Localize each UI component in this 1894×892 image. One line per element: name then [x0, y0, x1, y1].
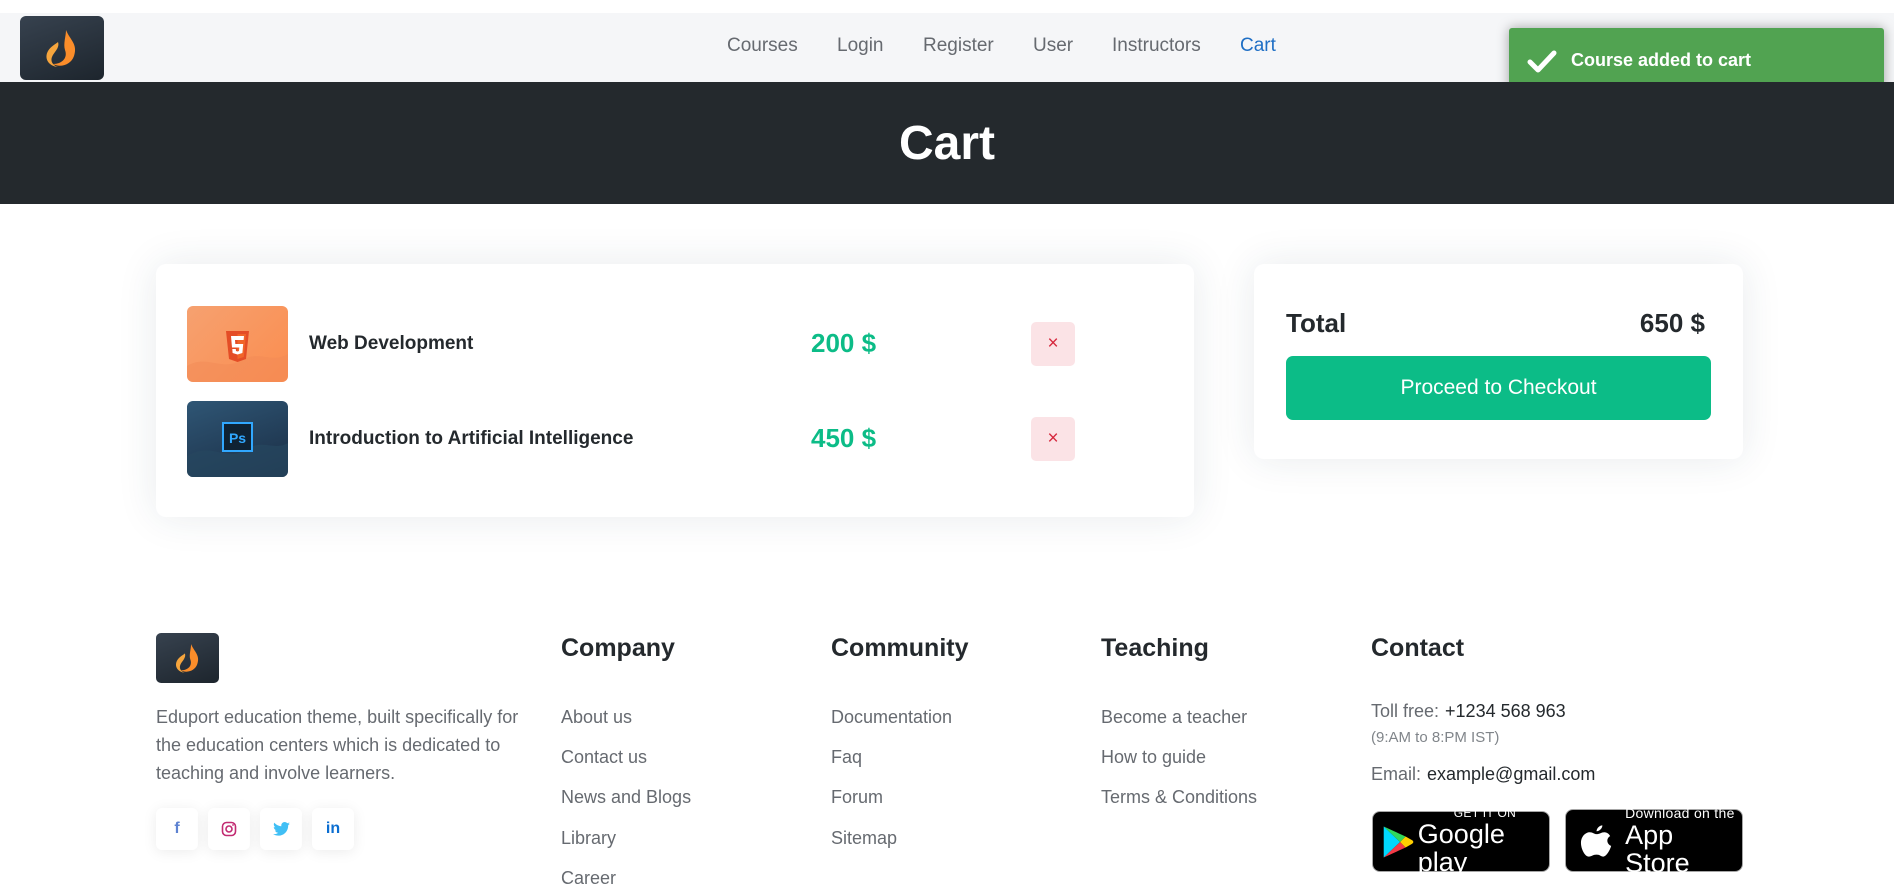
footer-description: Eduport education theme, built specifica… — [156, 707, 519, 783]
photoshop-icon: Ps — [187, 422, 288, 477]
google-play-icon — [1383, 826, 1414, 857]
total-value: 650 $ — [1639, 308, 1705, 338]
footer-heading-teaching: Teaching — [1101, 634, 1209, 662]
cart-item: Web Development 200 $ × — [187, 306, 1147, 382]
cart-items-card: Web Development 200 $ × Ps Introduction … — [156, 264, 1194, 517]
cart-item: Ps Introduction to Artificial Intelligen… — [187, 401, 1147, 477]
twitter-icon — [272, 822, 290, 836]
course-thumbnail[interactable] — [187, 306, 288, 382]
page-header: Cart — [0, 82, 1894, 204]
instagram-icon — [221, 821, 237, 837]
proceed-to-checkout-button[interactable]: Proceed to Checkout — [1286, 356, 1711, 420]
footer-heading-contact: Contact — [1371, 634, 1465, 662]
footer-link-career[interactable]: Career — [561, 868, 616, 889]
html5-icon — [187, 331, 288, 382]
facebook-icon: f — [174, 820, 180, 837]
remove-item-button[interactable]: × — [1031, 322, 1075, 366]
close-icon: × — [1047, 428, 1059, 449]
google-play-badge[interactable]: GET IT ON Google play — [1372, 807, 1550, 876]
page-title: Cart — [898, 116, 996, 170]
close-icon: × — [1047, 333, 1059, 354]
cart-item-title[interactable]: Introduction to Artificial Intelligence — [309, 428, 633, 450]
email-label: Email: — [1371, 764, 1422, 784]
toll-free-number[interactable]: +1234 568 963 — [1445, 701, 1566, 721]
linkedin-link[interactable]: in — [312, 808, 354, 850]
toll-free-line: Toll free: +1234 568 963 — [1371, 701, 1566, 722]
order-summary-card: Total 650 $ Proceed to Checkout — [1254, 264, 1743, 459]
nav-link-courses[interactable]: Courses — [727, 35, 798, 57]
email-line: Email: example@gmail.com — [1371, 764, 1595, 785]
twitter-link[interactable] — [260, 808, 302, 850]
footer-link-sitemap[interactable]: Sitemap — [831, 828, 897, 849]
footer-link-how-to-guide[interactable]: How to guide — [1101, 747, 1206, 768]
toast-message: Course added to cart — [1571, 50, 1752, 70]
nav-link-cart[interactable]: Cart — [1240, 35, 1276, 57]
footer-link-news-and-blogs[interactable]: News and Blogs — [561, 787, 691, 808]
linkedin-icon: in — [325, 820, 341, 837]
remove-item-button[interactable]: × — [1031, 417, 1075, 461]
toll-free-label: Toll free: — [1371, 701, 1440, 721]
nav-link-instructors[interactable]: Instructors — [1112, 35, 1201, 57]
apple-badge-big-text: App Store — [1625, 819, 1690, 878]
footer-link-forum[interactable]: Forum — [831, 787, 883, 808]
instagram-link[interactable] — [208, 808, 250, 850]
total-label: Total — [1286, 308, 1347, 338]
footer-link-about-us[interactable]: About us — [561, 707, 632, 728]
facebook-link[interactable]: f — [156, 808, 198, 850]
google-badge-big-text: Google play — [1417, 819, 1505, 877]
footer-heading-community: Community — [831, 634, 969, 662]
email-address[interactable]: example@gmail.com — [1427, 764, 1595, 784]
nav-link-user[interactable]: User — [1033, 35, 1073, 57]
footer-link-terms-and-conditions[interactable]: Terms & Conditions — [1101, 787, 1257, 808]
footer-heading-company: Company — [561, 634, 675, 662]
apple-badge-small-text: Download on the — [1625, 804, 1735, 821]
nav-link-register[interactable]: Register — [923, 35, 994, 57]
course-thumbnail[interactable]: Ps — [187, 401, 288, 477]
footer-logo[interactable] — [156, 633, 219, 683]
footer-link-become-a-teacher[interactable]: Become a teacher — [1101, 707, 1247, 728]
app-store-badge[interactable]: Download on the App Store — [1565, 805, 1743, 877]
svg-text:Ps: Ps — [229, 430, 246, 446]
cart-item-price: 450 $ — [811, 423, 877, 453]
cart-item-price: 200 $ — [811, 328, 877, 358]
footer-link-contact-us[interactable]: Contact us — [561, 747, 647, 768]
flame-logo-icon — [175, 644, 198, 673]
footer-link-faq[interactable]: Faq — [831, 747, 862, 768]
support-hours: (9:AM to 8:PM IST) — [1371, 729, 1500, 746]
apple-icon — [1580, 824, 1612, 857]
nav-link-login[interactable]: Login — [837, 35, 884, 57]
cart-item-title[interactable]: Web Development — [309, 333, 473, 355]
checkmark-icon — [1527, 50, 1557, 72]
footer-link-documentation[interactable]: Documentation — [831, 707, 952, 728]
footer-link-library[interactable]: Library — [561, 828, 616, 849]
